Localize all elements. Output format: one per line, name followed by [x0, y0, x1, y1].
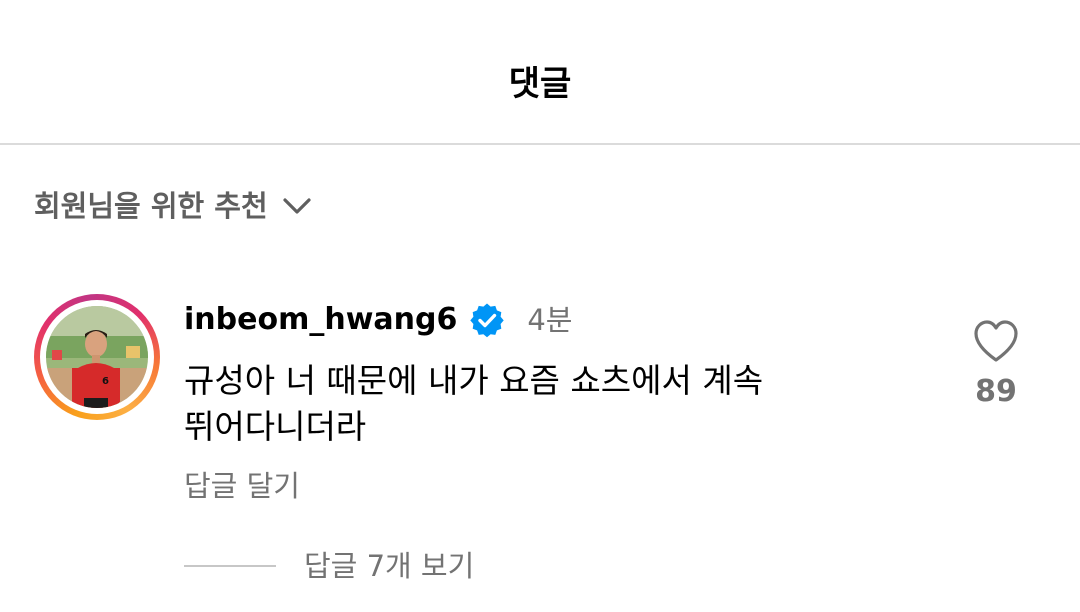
avatar-photo: 6 [46, 306, 148, 408]
verified-badge-icon [470, 303, 505, 338]
like-count: 89 [975, 374, 1017, 409]
view-replies-label: 답글 7개 보기 [304, 549, 475, 583]
sort-dropdown[interactable]: 회원님을 위한 추천 [34, 184, 312, 228]
heart-icon[interactable] [972, 318, 1020, 364]
avatar[interactable]: 6 [34, 294, 160, 420]
svg-text:6: 6 [102, 376, 109, 387]
comment-line: 뛰어다니더라 [184, 407, 367, 446]
comment-timestamp: 4분 [527, 303, 573, 337]
chevron-down-icon [283, 198, 311, 214]
reply-button[interactable]: 답글 달기 [184, 464, 300, 508]
replies-divider [184, 565, 276, 567]
comments-sheet: 댓글 회원님을 위한 추천 6 inbeom_hwang6 4분 규성아 너 때… [0, 0, 1080, 612]
comment-meta: inbeom_hwang6 4분 [184, 298, 573, 342]
page-title: 댓글 [508, 64, 572, 104]
sort-label: 회원님을 위한 추천 [34, 189, 268, 223]
profile-photo-icon: 6 [46, 306, 148, 408]
username-link[interactable]: inbeom_hwang6 [184, 298, 457, 342]
comment-line: 규성아 너 때문에 내가 요즘 쇼츠에서 계속 [184, 361, 764, 400]
comments-header: 댓글 [0, 0, 1080, 145]
view-replies-button[interactable]: 답글 7개 보기 [184, 544, 474, 588]
comment-body: 규성아 너 때문에 내가 요즘 쇼츠에서 계속 뛰어다니더라 [184, 358, 904, 450]
